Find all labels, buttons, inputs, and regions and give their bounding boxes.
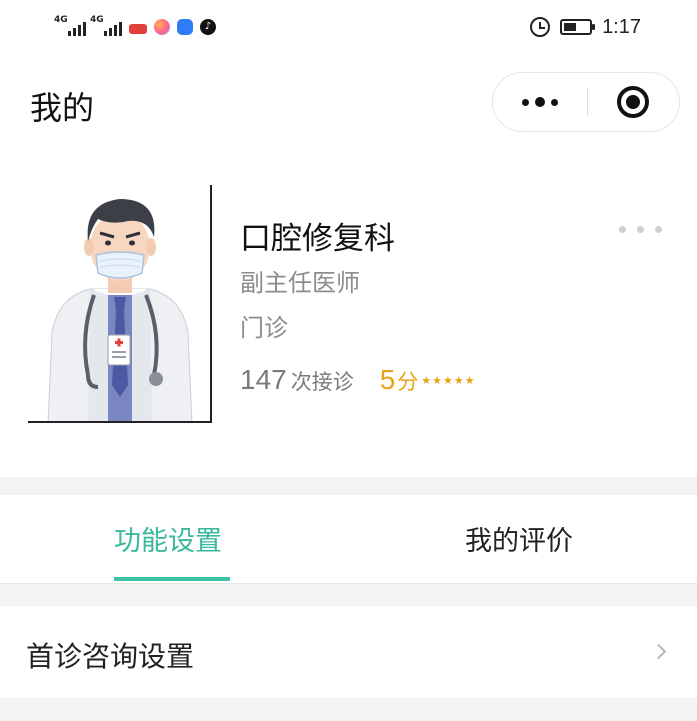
status-right: 1:17 <box>530 14 641 40</box>
tab-function-settings[interactable]: 功能设置 <box>114 519 222 558</box>
clinic-type: 门诊 <box>240 314 288 342</box>
more-dot-icon <box>655 226 662 233</box>
department-name: 口腔修复科 <box>240 221 395 257</box>
doctor-title: 副主任医师 <box>240 269 360 297</box>
list-item-first-visit-settings[interactable]: 首诊咨询设置 <box>0 606 697 698</box>
profile-more-button[interactable] <box>619 226 662 233</box>
weibo-icon <box>129 23 147 34</box>
clock: 1:17 <box>602 15 641 38</box>
visit-label: 次接诊 <box>290 370 354 394</box>
star-icon: ★ <box>453 373 464 387</box>
rating-unit: 分 <box>397 370 419 394</box>
close-miniprogram-icon[interactable] <box>617 86 649 118</box>
visit-count: 147 <box>240 364 287 395</box>
page-title: 我的 <box>30 89 95 127</box>
tab-bar: 功能设置 我的评价 <box>0 495 697 584</box>
doctor-illustration <box>28 185 210 421</box>
star-icon: ★ <box>421 373 432 387</box>
alarm-icon <box>530 17 551 37</box>
active-tab-indicator <box>114 577 230 581</box>
doctor-avatar[interactable] <box>28 185 212 423</box>
star-icon: ★ <box>464 373 475 387</box>
signal-icon: 4G <box>54 15 86 36</box>
network-type: 4G <box>90 15 104 25</box>
star-icon: ★ <box>432 373 443 387</box>
rating-score: 5 <box>379 364 396 395</box>
more-dot-icon <box>637 226 644 233</box>
star-icon: ★ <box>443 373 453 387</box>
chevron-right-icon <box>650 643 667 660</box>
status-bar: 4G 4G ♪ 1:17 <box>0 0 697 56</box>
battery-icon <box>560 19 596 35</box>
profile-header-area: 4G 4G ♪ 1:17 我的 口腔修复科 副主任医师 门诊 147 次接诊 5… <box>0 0 697 477</box>
blue-app-icon <box>177 19 193 35</box>
capsule-divider <box>587 88 588 116</box>
more-dot-icon <box>535 97 545 107</box>
miniprogram-capsule <box>492 72 680 132</box>
status-left: 4G 4G ♪ <box>54 14 216 40</box>
network-type: 4G <box>54 15 68 25</box>
tiktok-icon: ♪ <box>200 19 216 35</box>
photo-app-icon <box>154 19 170 35</box>
list-item-label: 首诊咨询设置 <box>26 640 195 673</box>
more-dot-icon <box>551 98 558 106</box>
more-options-button[interactable] <box>493 73 587 131</box>
signal-icon: 4G <box>90 15 122 36</box>
more-dot-icon <box>619 226 626 233</box>
rating-stars: ★ ★ ★ ★ ★ <box>421 375 474 386</box>
doctor-stats: 147 次接诊 5 分 ★ ★ ★ ★ ★ <box>240 364 475 396</box>
tab-my-reviews[interactable]: 我的评价 <box>465 519 573 558</box>
more-dot-icon <box>522 98 529 106</box>
